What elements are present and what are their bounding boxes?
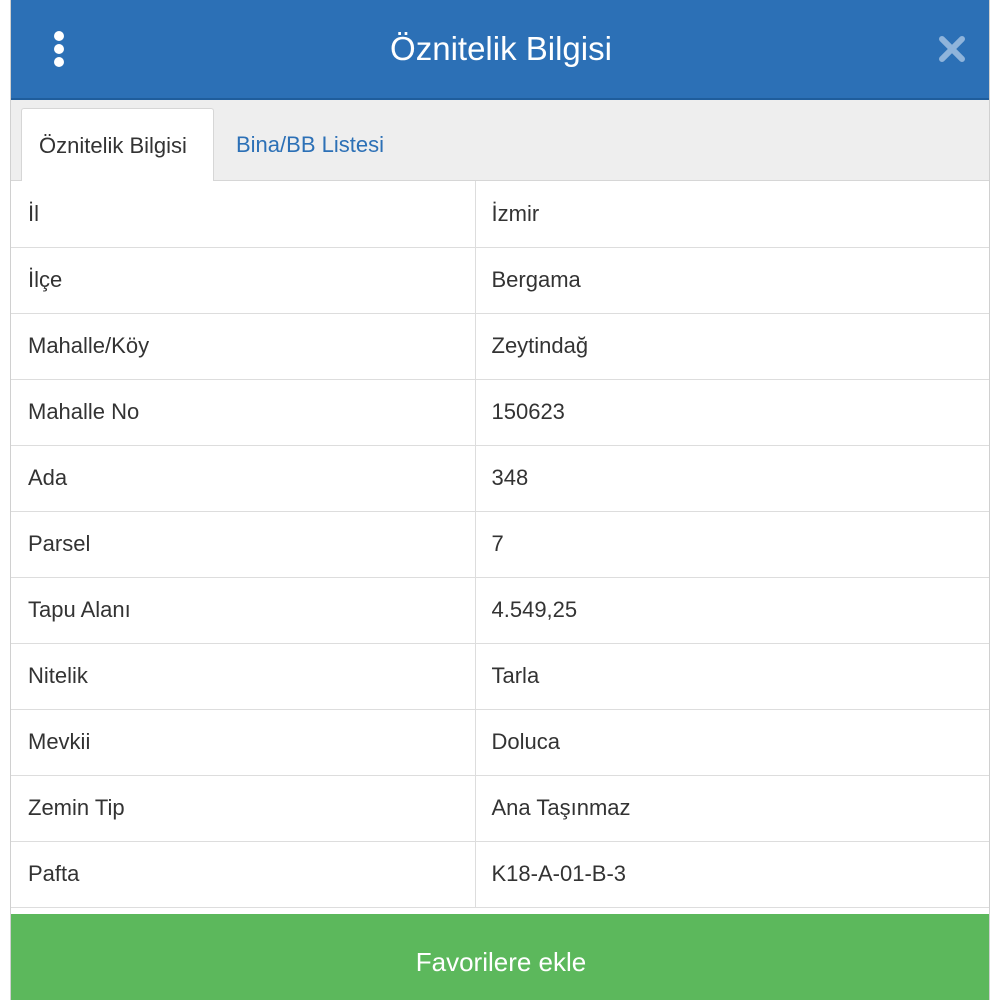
table-row: Parsel 7 bbox=[11, 511, 989, 578]
attribute-table-body: İl İzmir İlçe Bergama Mahalle/Köy Zeytindağ Ma… bbox=[11, 181, 989, 908]
attribute-key: Mahalle No bbox=[11, 379, 476, 446]
dialog-title: Öznitelik Bilgisi bbox=[390, 30, 612, 67]
table-row: Zemin Tip Ana Taşınmaz bbox=[11, 775, 989, 842]
attribute-value: Doluca bbox=[475, 709, 989, 776]
table-row: Ada 348 bbox=[11, 445, 989, 512]
table-row: Pafta K18-A-01-B-3 bbox=[11, 841, 989, 908]
attribute-key: Tapu Alanı bbox=[11, 577, 476, 644]
table-row: Tapu Alanı 4.549,25 bbox=[11, 577, 989, 644]
attribute-key: İlçe bbox=[11, 247, 476, 314]
tab-building-list[interactable]: Bina/BB Listesi bbox=[219, 108, 401, 181]
attribute-value: 348 bbox=[475, 445, 989, 512]
table-row: Mahalle/Köy Zeytindağ bbox=[11, 313, 989, 380]
attribute-value: 7 bbox=[475, 511, 989, 578]
attribute-key: Parsel bbox=[11, 511, 476, 578]
attribute-info-dialog: Öznitelik Bilgisi Öznitelik Bilgisi Bina… bbox=[10, 0, 990, 1000]
attribute-value: Tarla bbox=[475, 643, 989, 710]
tab-bar: Öznitelik Bilgisi Bina/BB Listesi bbox=[11, 100, 989, 181]
add-to-favorites-button[interactable]: Favorilere ekle bbox=[11, 914, 989, 1000]
table-row: İlçe Bergama bbox=[11, 247, 989, 314]
attribute-value: Zeytindağ bbox=[475, 313, 989, 380]
attribute-value: Ana Taşınmaz bbox=[475, 775, 989, 842]
attribute-value: K18-A-01-B-3 bbox=[475, 841, 989, 908]
attribute-value: 150623 bbox=[475, 379, 989, 446]
attribute-key: Zemin Tip bbox=[11, 775, 476, 842]
attribute-key: Mahalle/Köy bbox=[11, 313, 476, 380]
attribute-key: Pafta bbox=[11, 841, 476, 908]
attribute-key: Ada bbox=[11, 445, 476, 512]
table-row: İl İzmir bbox=[11, 181, 989, 248]
attribute-value: Bergama bbox=[475, 247, 989, 314]
close-glyph bbox=[939, 36, 965, 62]
attribute-table: İl İzmir İlçe Bergama Mahalle/Köy Zeytindağ Ma… bbox=[11, 181, 989, 908]
tab-attribute-info[interactable]: Öznitelik Bilgisi bbox=[21, 108, 214, 181]
table-row: Mevkii Doluca bbox=[11, 709, 989, 776]
dialog-header: Öznitelik Bilgisi bbox=[11, 0, 989, 100]
close-icon[interactable] bbox=[935, 32, 969, 66]
attribute-key: İl bbox=[11, 181, 476, 248]
table-row: Nitelik Tarla bbox=[11, 643, 989, 710]
attribute-value: 4.549,25 bbox=[475, 577, 989, 644]
attribute-value: İzmir bbox=[475, 181, 989, 248]
table-row: Mahalle No 150623 bbox=[11, 379, 989, 446]
attribute-key: Mevkii bbox=[11, 709, 476, 776]
attribute-key: Nitelik bbox=[11, 643, 476, 710]
